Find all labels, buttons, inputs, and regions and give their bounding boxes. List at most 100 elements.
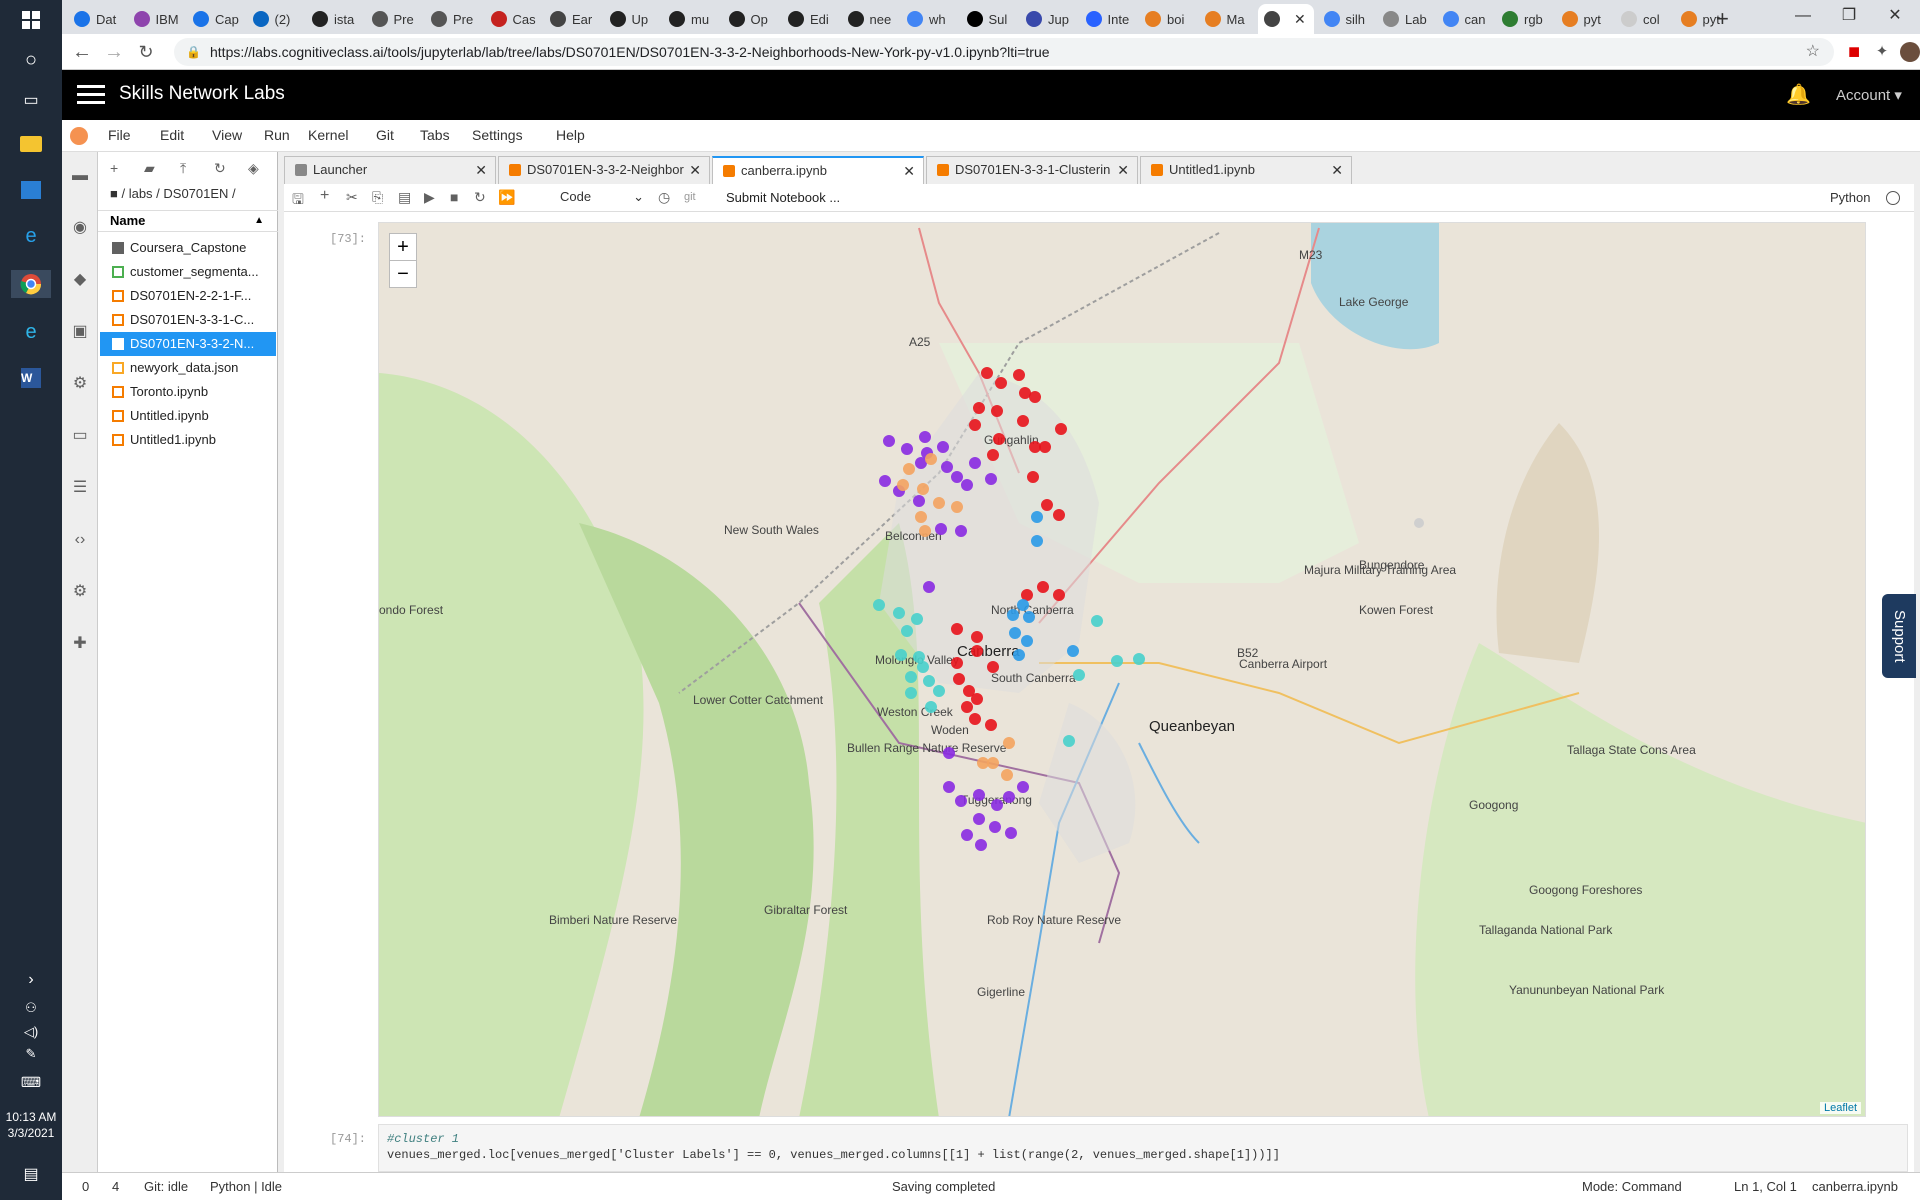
- notifications-icon[interactable]: ▤: [15, 1160, 47, 1188]
- cluster-marker-cyan[interactable]: [1091, 615, 1103, 627]
- kernel-name[interactable]: Python: [1830, 190, 1870, 205]
- close-tab-icon[interactable]: ✕: [689, 157, 701, 183]
- notebook-tab[interactable]: DS0701EN-3-3-1-Clusterin ✕: [926, 156, 1138, 184]
- browser-tab[interactable]: Inte: [1080, 4, 1136, 34]
- commands-icon[interactable]: ▣: [70, 322, 90, 342]
- cluster-marker-cyan[interactable]: [933, 685, 945, 697]
- cluster-marker-orange[interactable]: [915, 511, 927, 523]
- cluster-marker-blue[interactable]: [1023, 611, 1035, 623]
- chrome-taskbar-icon[interactable]: [11, 270, 51, 298]
- browser-tab[interactable]: mu: [663, 4, 719, 34]
- cluster-marker-red[interactable]: [973, 402, 985, 414]
- cluster-marker-red[interactable]: [953, 673, 965, 685]
- cluster-marker-purple[interactable]: [969, 457, 981, 469]
- cluster-marker-red[interactable]: [987, 449, 999, 461]
- cluster-marker-red[interactable]: [971, 631, 983, 643]
- cluster-marker-blue[interactable]: [1007, 609, 1019, 621]
- new-tab-button[interactable]: +: [1710, 4, 1729, 34]
- close-tab-icon[interactable]: ✕: [1294, 11, 1306, 28]
- browser-tab[interactable]: can: [1437, 4, 1493, 34]
- close-tab-icon[interactable]: ✕: [903, 158, 915, 184]
- account-menu[interactable]: Account ▾: [1836, 86, 1902, 104]
- cluster-marker-red[interactable]: [969, 419, 981, 431]
- cluster-marker-purple[interactable]: [923, 581, 935, 593]
- stop-icon[interactable]: ■: [450, 189, 458, 205]
- browser-tab[interactable]: Up: [604, 4, 660, 34]
- breadcrumb[interactable]: ■ / labs / DS0701EN /: [110, 186, 236, 201]
- browser-tab[interactable]: rgb: [1496, 4, 1552, 34]
- cluster-marker-red[interactable]: [1053, 509, 1065, 521]
- cluster-marker-purple[interactable]: [943, 781, 955, 793]
- browser-tab[interactable]: wh: [901, 4, 957, 34]
- cluster-marker-cyan[interactable]: [905, 671, 917, 683]
- tabs-icon[interactable]: ▭: [70, 426, 90, 446]
- hamburger-menu-icon[interactable]: [77, 85, 105, 104]
- cluster-marker-purple[interactable]: [989, 821, 1001, 833]
- status-terminals[interactable]: 0: [82, 1179, 89, 1194]
- folder-icon[interactable]: ▬: [70, 166, 90, 186]
- cluster-marker-cyan[interactable]: [905, 687, 917, 699]
- extensions-icon[interactable]: ✦: [1870, 40, 1894, 64]
- browser-tab[interactable]: ista: [306, 4, 362, 34]
- menu-edit[interactable]: Edit: [160, 127, 184, 143]
- cluster-marker-blue[interactable]: [1031, 511, 1043, 523]
- submit-notebook-button[interactable]: Submit Notebook ...: [726, 190, 840, 205]
- cluster-marker-purple[interactable]: [975, 839, 987, 851]
- cluster-marker-red[interactable]: [991, 405, 1003, 417]
- cluster-marker-cyan[interactable]: [923, 675, 935, 687]
- keyboard-icon[interactable]: ⌨: [15, 1068, 47, 1096]
- menu-git[interactable]: Git: [376, 127, 394, 143]
- browser-tab[interactable]: Pre: [425, 4, 481, 34]
- copy-icon[interactable]: ⎘: [372, 189, 383, 206]
- cluster-marker-blue[interactable]: [1021, 635, 1033, 647]
- cluster-marker-orange[interactable]: [917, 483, 929, 495]
- cluster-marker-blue[interactable]: [1017, 599, 1029, 611]
- browser-tab[interactable]: silh: [1318, 4, 1374, 34]
- browser-tab[interactable]: Lab: [1377, 4, 1433, 34]
- cluster-marker-blue[interactable]: [1067, 645, 1079, 657]
- save-icon[interactable]: 🖫: [292, 189, 304, 213]
- leaflet-attribution[interactable]: Leaflet: [1819, 1102, 1861, 1114]
- menu-help[interactable]: Help: [556, 127, 585, 143]
- cluster-marker-cyan[interactable]: [1063, 735, 1075, 747]
- browser-tab[interactable]: col: [1615, 4, 1671, 34]
- cluster-marker-red[interactable]: [985, 719, 997, 731]
- cluster-marker-red[interactable]: [1027, 471, 1039, 483]
- refresh-icon[interactable]: ↻: [214, 160, 226, 177]
- file-item[interactable]: newyork_data.json: [100, 356, 276, 380]
- file-item[interactable]: Untitled.ipynb: [100, 404, 276, 428]
- edge-icon[interactable]: e: [15, 318, 47, 346]
- cell-type-select[interactable]: Code ⌄: [560, 189, 644, 204]
- cut-icon[interactable]: ✂: [346, 189, 358, 206]
- cluster-marker-cyan[interactable]: [1111, 655, 1123, 667]
- browser-tab[interactable]: ✕: [1258, 4, 1314, 34]
- cluster-marker-purple[interactable]: [955, 795, 967, 807]
- url-field[interactable]: 🔒 https://labs.cognitiveclass.ai/tools/j…: [174, 38, 1834, 66]
- browser-tab[interactable]: Ear: [544, 4, 600, 34]
- cluster-marker-purple[interactable]: [1017, 781, 1029, 793]
- cluster-marker-red[interactable]: [1053, 589, 1065, 601]
- status-kernels[interactable]: 4: [112, 1179, 119, 1194]
- minimize-icon[interactable]: —: [1780, 0, 1826, 32]
- menu-view[interactable]: View: [212, 127, 242, 143]
- settings-gear-icon[interactable]: ⚙: [70, 374, 90, 394]
- file-explorer-icon[interactable]: [15, 130, 47, 158]
- forward-icon[interactable]: →: [102, 40, 126, 64]
- toc-icon[interactable]: ☰: [70, 478, 90, 498]
- cluster-marker-red[interactable]: [1039, 441, 1051, 453]
- cluster-marker-purple[interactable]: [901, 443, 913, 455]
- cluster-marker-purple[interactable]: [937, 441, 949, 453]
- cluster-marker-purple[interactable]: [955, 525, 967, 537]
- cluster-marker-red[interactable]: [1041, 499, 1053, 511]
- clock-icon[interactable]: ◷: [658, 189, 670, 206]
- insert-cell-icon[interactable]: +: [320, 187, 329, 205]
- close-window-icon[interactable]: ✕: [1872, 0, 1918, 32]
- git-icon[interactable]: ◆: [70, 270, 90, 290]
- run-icon[interactable]: ▶: [424, 189, 435, 206]
- cluster-marker-red[interactable]: [971, 693, 983, 705]
- browser-tab[interactable]: Dat: [68, 4, 124, 34]
- cluster-marker-purple[interactable]: [961, 829, 973, 841]
- code-icon[interactable]: ‹›: [70, 530, 90, 550]
- kernel-status[interactable]: Python | Idle: [210, 1179, 282, 1194]
- cluster-marker-red[interactable]: [981, 367, 993, 379]
